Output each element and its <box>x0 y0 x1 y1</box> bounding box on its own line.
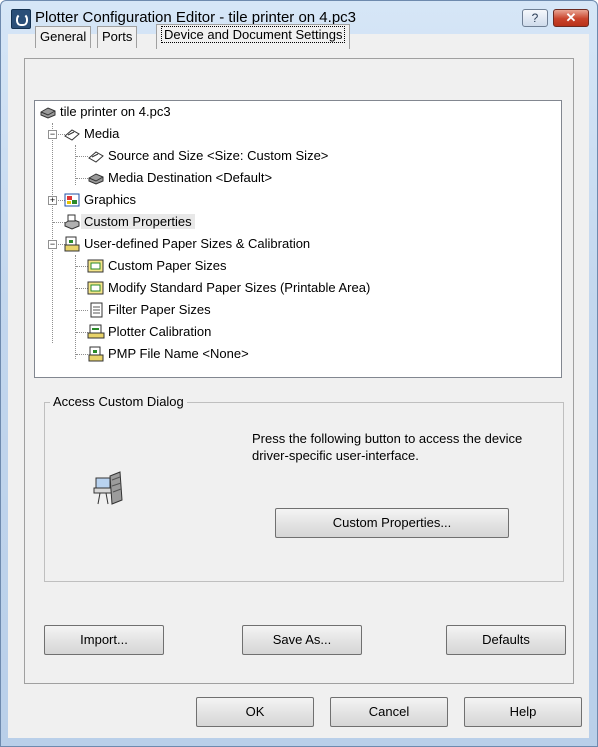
media-icon <box>64 129 80 141</box>
tree-root[interactable]: tile printer on 4.pc3 <box>57 102 174 122</box>
tree-item-source-size[interactable]: Source and Size <Size: Custom Size> <box>105 146 331 166</box>
defaults-button[interactable]: Defaults <box>446 625 566 655</box>
save-as-button[interactable]: Save As... <box>242 625 362 655</box>
tree-item-custom-paper-sizes[interactable]: Custom Paper Sizes <box>105 256 230 276</box>
close-button[interactable]: ✕ <box>553 9 589 27</box>
paper-size-icon <box>87 281 104 295</box>
tree-item-plotter-calibration[interactable]: Plotter Calibration <box>105 322 214 342</box>
cancel-button[interactable]: Cancel <box>330 697 448 727</box>
custom-properties-icon <box>64 214 80 230</box>
device-driver-icon <box>93 471 123 505</box>
media-destination-icon <box>88 173 104 185</box>
graphics-icon <box>64 193 80 207</box>
custom-properties-button[interactable]: Custom Properties... <box>275 508 509 538</box>
plotter-icon <box>40 107 56 119</box>
title-help-button[interactable]: ? <box>522 9 548 27</box>
tree-item-pmp-file-name[interactable]: PMP File Name <None> <box>105 344 252 364</box>
tree-root-label: tile printer on 4.pc3 <box>60 104 171 119</box>
graphics-expand-toggle[interactable]: + <box>48 196 57 205</box>
tree-item-media-destination[interactable]: Media Destination <Default> <box>105 168 275 188</box>
tab-device-document-settings[interactable]: Device and Document Settings <box>156 24 351 49</box>
document-icon <box>90 302 103 318</box>
help-button[interactable]: Help <box>464 697 582 727</box>
paper-calibration-icon <box>64 236 80 252</box>
tab-device-document-settings-label: Device and Document Settings <box>161 26 346 43</box>
tree-item-media[interactable]: Media <box>81 124 122 144</box>
tree-item-modify-standard-paper-sizes[interactable]: Modify Standard Paper Sizes (Printable A… <box>105 278 373 298</box>
tree-item-graphics[interactable]: Graphics <box>81 190 139 210</box>
tree-item-custom-properties[interactable]: Custom Properties <box>81 212 195 232</box>
import-button[interactable]: Import... <box>44 625 164 655</box>
pmp-file-icon <box>88 346 104 362</box>
tree-item-filter-paper-sizes[interactable]: Filter Paper Sizes <box>105 300 214 320</box>
paper-size-icon <box>87 259 104 273</box>
settings-tree[interactable]: tile printer on 4.pc3 − Media Source and… <box>34 100 562 378</box>
access-custom-dialog-title: Access Custom Dialog <box>50 394 187 409</box>
access-description: Press the following button to access the… <box>252 431 523 463</box>
calibration-icon <box>87 324 105 339</box>
media-collapse-toggle[interactable]: − <box>48 130 57 139</box>
paper-sizes-collapse-toggle[interactable]: − <box>48 240 57 249</box>
app-icon <box>11 9 31 29</box>
tree-item-user-defined-paper-sizes[interactable]: User-defined Paper Sizes & Calibration <box>81 234 313 254</box>
ok-button[interactable]: OK <box>196 697 314 727</box>
source-size-icon <box>88 151 104 163</box>
tab-ports[interactable]: Ports <box>97 26 138 48</box>
tab-general[interactable]: General <box>35 26 92 48</box>
